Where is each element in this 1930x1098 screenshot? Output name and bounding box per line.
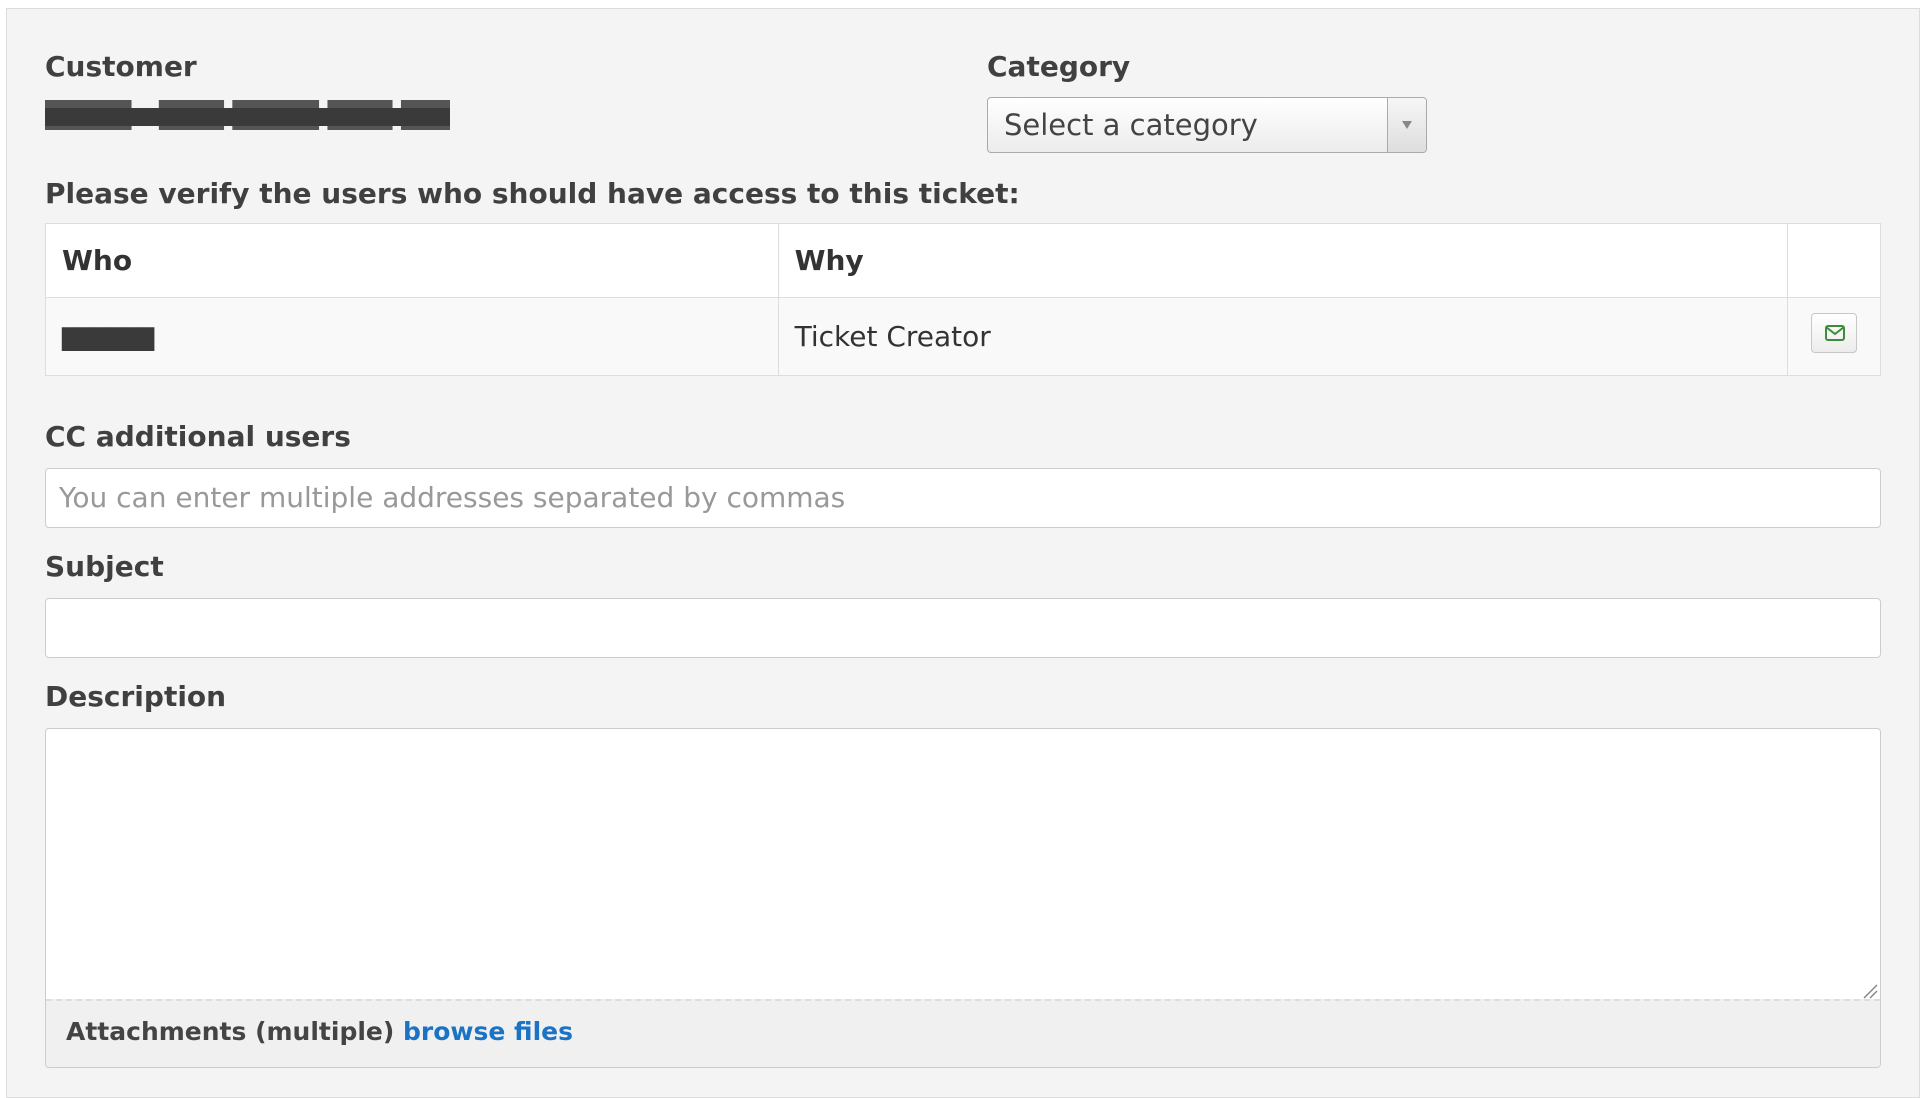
who-value: ██████: [62, 327, 155, 351]
access-table: Who Why ██████ Ticket Creator: [45, 223, 1881, 376]
table-row: ██████ Ticket Creator: [45, 297, 1881, 376]
cc-input[interactable]: You can enter multiple addresses separat…: [45, 468, 1881, 528]
chevron-down-icon: [1402, 121, 1412, 129]
attachments-label-wrap: Attachments (multiple) browse files: [66, 1017, 573, 1046]
description-textarea[interactable]: Attachments (multiple) browse files: [45, 728, 1881, 1068]
who-cell: ██████: [45, 297, 779, 376]
customer-redaction-bar: [45, 108, 450, 126]
table-header-row: Who Why: [45, 223, 1881, 298]
column-header-actions: [1787, 223, 1881, 298]
category-select-value: Select a category: [1004, 108, 1258, 142]
description-label: Description: [45, 680, 227, 713]
category-label: Category: [987, 50, 1131, 83]
attachments-bar: Attachments (multiple) browse files: [46, 999, 1880, 1067]
subject-input[interactable]: [45, 598, 1881, 658]
resize-grip-icon[interactable]: [1860, 981, 1878, 999]
select-arrow-button[interactable]: [1387, 98, 1426, 152]
envelope-icon: [1825, 325, 1845, 341]
subject-label: Subject: [45, 550, 164, 583]
attachments-label: Attachments (multiple): [66, 1017, 395, 1046]
why-cell: Ticket Creator: [777, 297, 1789, 376]
cc-input-placeholder: You can enter multiple addresses separat…: [59, 481, 846, 514]
customer-label: Customer: [45, 50, 197, 83]
column-header-why: Why: [777, 223, 1789, 298]
column-header-who: Who: [45, 223, 779, 298]
access-heading: Please verify the users who should have …: [45, 177, 1020, 210]
email-user-button[interactable]: [1811, 313, 1857, 353]
category-select[interactable]: Select a category: [987, 97, 1427, 153]
cc-label: CC additional users: [45, 420, 351, 453]
action-cell: [1787, 297, 1881, 376]
browse-files-link[interactable]: browse files: [403, 1017, 573, 1046]
